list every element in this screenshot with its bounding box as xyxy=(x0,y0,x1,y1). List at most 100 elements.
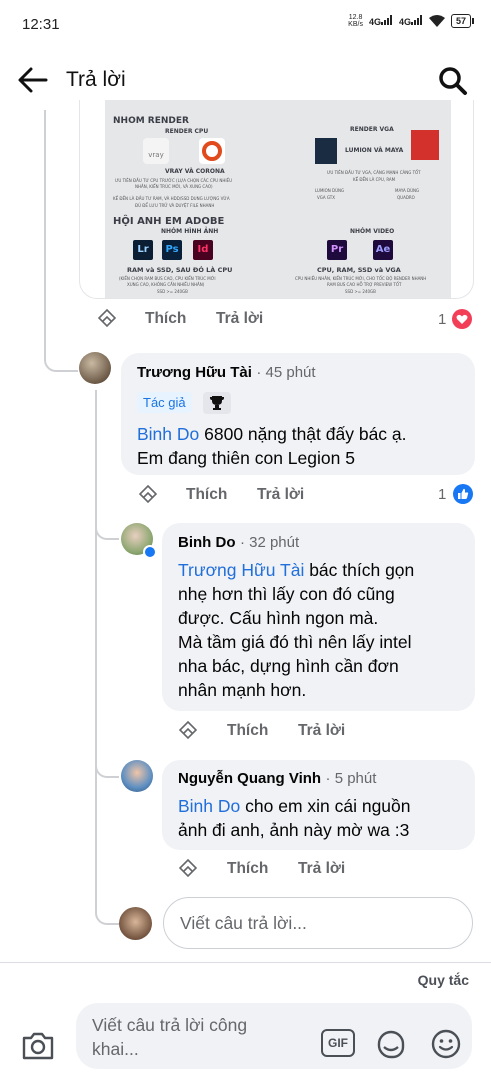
trophy-icon xyxy=(203,392,231,414)
image-text: RENDER VGA xyxy=(350,126,394,133)
mention-link[interactable]: Binh Do xyxy=(178,796,240,816)
reply-button[interactable]: Trả lời xyxy=(298,722,345,740)
author-badge: Tác giả xyxy=(137,392,192,413)
signal-icon: 4G xyxy=(369,15,393,27)
gif-button[interactable]: GIF xyxy=(321,1029,355,1057)
like-thumb-icon xyxy=(453,484,473,504)
indesign-logo: Id xyxy=(193,240,213,260)
avatar[interactable] xyxy=(79,352,111,384)
thread-line-curve xyxy=(95,905,119,925)
image-text: ƯU TIÊN ĐẦU TƯ VGA, CÀNG MẠNH CÀNG TỐT xyxy=(327,170,421,175)
thread-line-curve xyxy=(95,758,119,778)
maya-logo xyxy=(411,130,439,160)
attached-image[interactable]: NHOM RENDER RENDER CPU RENDER VGA vray L… xyxy=(79,100,474,299)
thread-line-curve xyxy=(95,520,119,540)
love-heart-icon xyxy=(452,309,472,329)
image-text: KẾ ĐẾN LÀ ĐẦU TƯ RAM, VÀ HDD/SSD DUNG LƯ… xyxy=(113,196,230,201)
share-reply-icon[interactable] xyxy=(177,858,199,880)
commenter-name[interactable]: Binh Do xyxy=(178,534,236,551)
image-text: LUMION VÀ MAYA xyxy=(345,147,404,154)
image-text: (KIẾN CHỌN RAM BUS CAO, CPU KIẾN TRÚC MỚ… xyxy=(119,276,216,281)
image-text: RENDER CPU xyxy=(165,128,209,135)
image-text: QUADRO xyxy=(397,195,415,200)
image-text: MAYA DÙNG xyxy=(395,188,420,193)
arrow-left-icon xyxy=(18,67,48,93)
divider xyxy=(0,962,491,963)
comment-time: · 5 phút xyxy=(325,770,377,787)
reaction-count[interactable]: 1 xyxy=(438,311,446,328)
wifi-icon xyxy=(428,15,445,27)
photoshop-logo: Ps xyxy=(162,240,182,260)
image-text: ƯU TIÊN ĐẦU TƯ CPU TRƯỚC (LỰA CHỌN CÁC C… xyxy=(115,178,233,183)
signal-icon-2: 4G xyxy=(399,15,423,27)
sticker-icon xyxy=(377,1030,405,1059)
image-text: RAM và SSD, SAU ĐÓ LÀ CPU xyxy=(127,266,233,274)
comment-header: Trương Hữu Tài · 45 phút xyxy=(137,364,316,382)
image-text: SSD >= 240GB xyxy=(157,289,188,294)
comment-header: Binh Do · 32 phút xyxy=(178,534,299,552)
emoji-button[interactable] xyxy=(430,1028,462,1060)
share-reply-icon[interactable] xyxy=(177,720,199,742)
lightroom-logo: Lr xyxy=(133,240,153,260)
my-avatar[interactable] xyxy=(119,907,152,940)
image-text: RAM BUS CAO HỖ TRỢ PREVIEW TỐT xyxy=(327,282,402,287)
avatar[interactable] xyxy=(121,760,153,792)
emoji-icon xyxy=(431,1029,461,1059)
sticker-button[interactable] xyxy=(374,1027,408,1061)
camera-button[interactable] xyxy=(20,1030,56,1062)
thread-line xyxy=(44,110,46,355)
premiere-logo: Pr xyxy=(327,240,347,260)
rules-link[interactable]: Quy tắc xyxy=(418,972,469,988)
image-text: VRAY VÀ CORONA xyxy=(165,168,225,175)
mention-link[interactable]: Trương Hữu Tài xyxy=(178,560,304,580)
like-button[interactable]: Thích xyxy=(145,310,186,328)
share-reply-icon[interactable] xyxy=(96,308,118,330)
camera-icon xyxy=(22,1032,54,1060)
public-reply-input[interactable]: Viết câu trả lời công khai... GIF xyxy=(76,1003,472,1069)
back-button[interactable] xyxy=(14,62,50,98)
image-text: NHÓM VIDEO xyxy=(350,228,395,235)
input-placeholder: Viết câu trả lời công khai... xyxy=(92,1015,248,1059)
status-time: 12:31 xyxy=(22,16,60,33)
vray-logo: vray xyxy=(143,138,169,164)
comment-text: Binh Do cho em xin cái nguồn ảnh đi anh,… xyxy=(178,796,411,840)
reply-button[interactable]: Trả lời xyxy=(257,486,304,504)
image-text: XUNG CAO, KHÔNG CẦN NHIỀU NHÂN) xyxy=(127,282,205,287)
status-icons: 12.8 KB/s 4G 4G 57 xyxy=(348,14,475,28)
image-text: NHÂN, KIẾN TRÚC MỚI, VÀ XUNG CAO) xyxy=(135,184,213,189)
image-text: HỘI ANH EM ADOBE xyxy=(113,216,225,227)
thread-line xyxy=(95,390,97,910)
search-button[interactable] xyxy=(434,62,472,100)
search-icon xyxy=(439,67,467,95)
reply-button[interactable]: Trả lời xyxy=(298,860,345,878)
like-button[interactable]: Thích xyxy=(186,486,227,504)
commenter-name[interactable]: Nguyễn Quang Vinh xyxy=(178,770,321,787)
image-text: CPU, RAM, SSD và VGA xyxy=(317,266,401,274)
comment-header: Nguyễn Quang Vinh · 5 phút xyxy=(178,770,376,788)
network-speed: 12.8 KB/s xyxy=(348,14,363,28)
comment-text: Trương Hữu Tài bác thích gọn nhẹ hơn thì… xyxy=(178,560,415,700)
like-button[interactable]: Thích xyxy=(227,860,268,878)
comment-time: · 45 phút xyxy=(256,364,316,381)
commenter-name[interactable]: Trương Hữu Tài xyxy=(137,364,252,381)
share-reply-icon[interactable] xyxy=(137,484,159,506)
comment-time: · 32 phút xyxy=(239,534,300,551)
reply-button[interactable]: Trả lời xyxy=(216,310,263,328)
image-text: CPU NHIỀU NHÂN, KIẾN TRÚC MỚI, CHO TỐC Đ… xyxy=(295,276,427,281)
image-text: ĐỦ ĐỂ LƯU TRỮ VÀ DUYỆT FILE NHANH xyxy=(135,203,215,208)
mention-link[interactable]: Binh Do xyxy=(137,424,199,444)
corona-logo xyxy=(199,138,225,164)
image-text: NHÓM HÌNH ẢNH xyxy=(161,228,219,235)
comment-text: Binh Do 6800 nặng thật đấy bác ạ. Em đan… xyxy=(137,424,407,468)
lumion-logo xyxy=(315,138,337,164)
image-content: NHOM RENDER RENDER CPU RENDER VGA vray L… xyxy=(105,100,451,298)
image-text: SSD >= 240GB xyxy=(345,289,376,294)
aftereffects-logo: Ae xyxy=(373,240,393,260)
image-text: KẾ ĐẾN LÀ CPU, RAM xyxy=(353,177,396,182)
image-text: NHOM RENDER xyxy=(113,116,189,126)
image-text: LUMION DÙNG xyxy=(315,188,345,193)
reaction-count[interactable]: 1 xyxy=(438,486,446,503)
reply-input[interactable]: Viết câu trả lời... xyxy=(163,897,473,949)
like-button[interactable]: Thích xyxy=(227,722,268,740)
image-text: VGA GTX xyxy=(317,195,335,200)
